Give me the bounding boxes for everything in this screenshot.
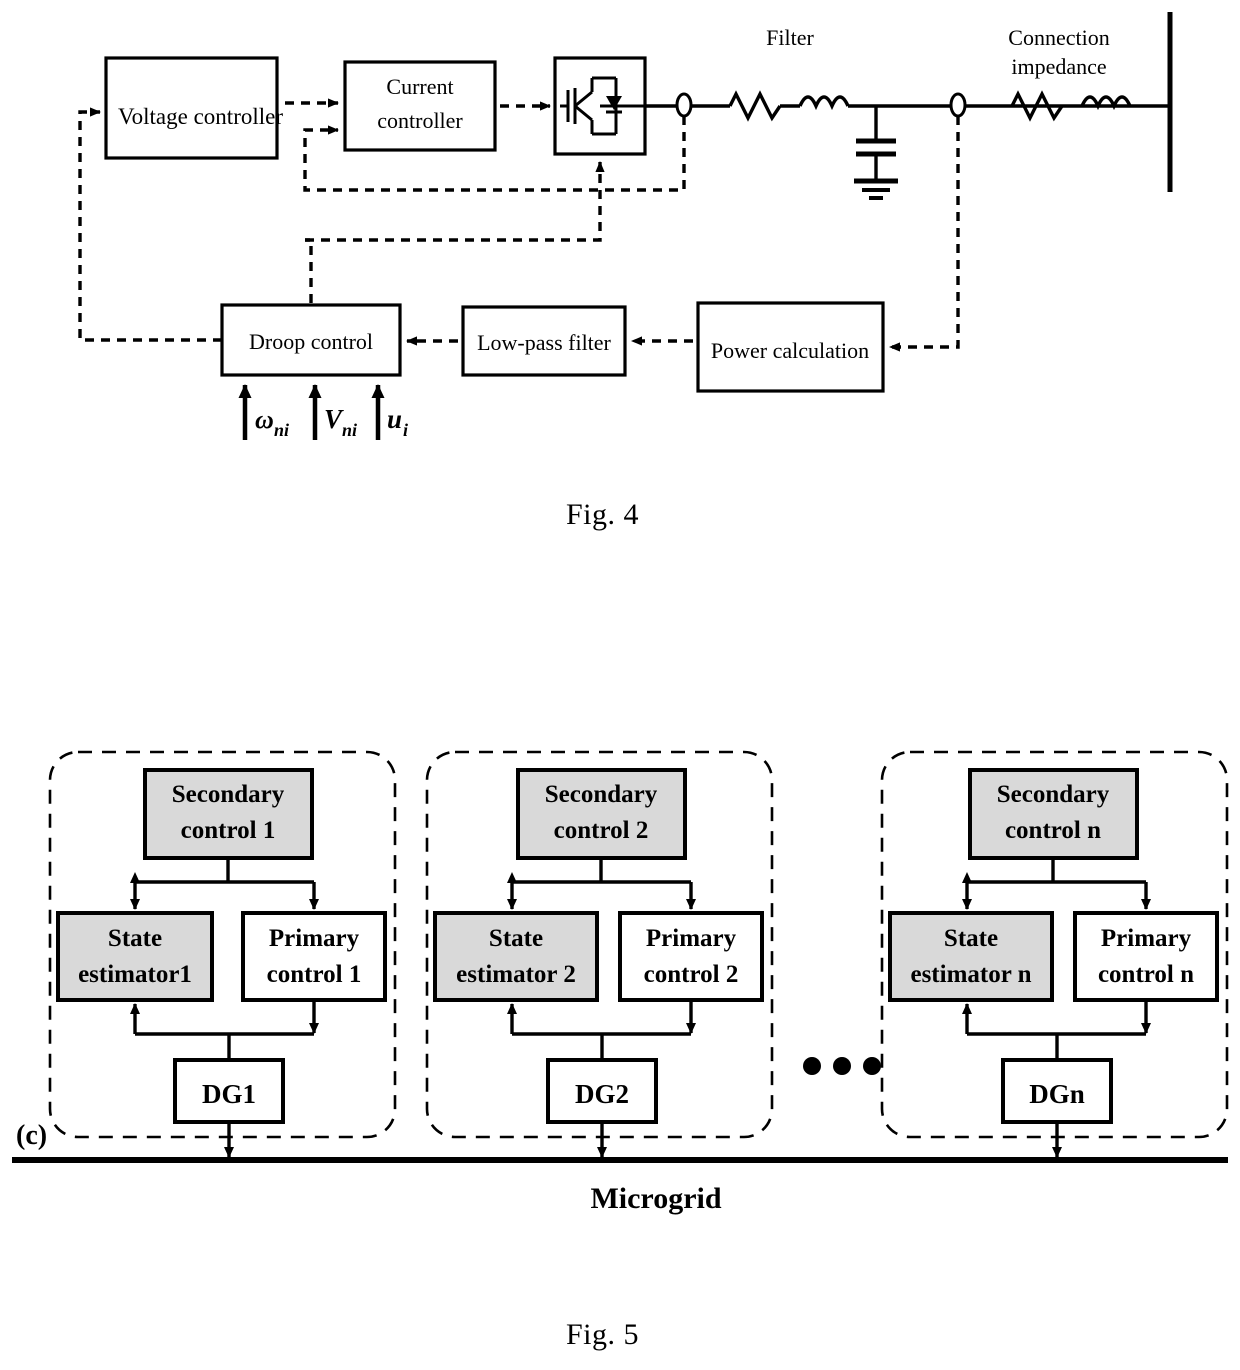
group-2-secondary-label-line1: Secondary: [545, 781, 658, 808]
ground-symbol: [854, 178, 898, 200]
group-n-dg: DGn: [1001, 1058, 1113, 1124]
microgrid-bus-label: Microgrid: [590, 1182, 721, 1215]
group-2-state-estimator: State estimator 2: [433, 911, 599, 1002]
document-page: Voltage controller Current controller Fi…: [0, 0, 1240, 1370]
droop-input-2-base: u: [387, 404, 402, 434]
group-n-secondary-label-line1: Secondary: [997, 781, 1110, 808]
capacitor-symbol: [856, 138, 896, 157]
figure-5-diagram: Secondary control 1 State estimator1 Pri…: [12, 750, 1229, 1215]
group-1-dg-label: DG1: [202, 1079, 256, 1109]
group-1-state-estimator: State estimator1: [56, 911, 214, 1002]
group-1-estimator-label-line2: estimator1: [78, 961, 192, 988]
block-power-calculation: Power calculation: [696, 301, 885, 393]
groups-ellipsis-icon: [803, 1057, 881, 1075]
group-2-secondary-control: Secondary control 2: [516, 768, 687, 860]
group-1-secondary-label-line1: Secondary: [172, 781, 285, 808]
group-2-primary-label-line1: Primary: [646, 925, 737, 952]
dg-group-n: Secondary control n State estimator n Pr…: [880, 750, 1229, 1158]
group-n-secondary-label-line2: control n: [1005, 817, 1101, 844]
group-2-estimator-label-line1: State: [489, 925, 543, 952]
droop-input-labels: ω ni V ni u i: [255, 404, 408, 440]
group-n-state-estimator: State estimator n: [888, 911, 1054, 1002]
group-n-dg-label: DGn: [1029, 1079, 1085, 1109]
inductor-symbol: [798, 95, 850, 111]
current-controller-label-line2: controller: [377, 108, 463, 133]
droop-control-label: Droop control: [249, 329, 373, 354]
block-droop-control: Droop control: [220, 303, 402, 377]
low-pass-filter-label: Low-pass filter: [477, 330, 611, 355]
resistor-symbol: [728, 90, 782, 122]
power-calculation-label: Power calculation: [711, 338, 869, 363]
group-n-primary-label-line1: Primary: [1101, 925, 1192, 952]
droop-input-1-base: V: [324, 404, 344, 434]
dg-group-2: Secondary control 2 State estimator 2 Pr…: [425, 750, 774, 1158]
block-low-pass-filter: Low-pass filter: [461, 305, 627, 377]
block-inverter: [553, 56, 647, 156]
figure-5-caption: Fig. 5: [566, 1318, 640, 1351]
droop-input-2-sub: i: [403, 420, 408, 440]
group-n-secondary-control: Secondary control n: [968, 768, 1139, 860]
subfigure-label-c: (c): [16, 1120, 47, 1151]
block-current-controller: Current controller: [343, 60, 497, 152]
droop-input-0-base: ω: [255, 405, 274, 434]
dg-group-1: Secondary control 1 State estimator1 Pri…: [48, 750, 397, 1158]
figure-4-caption: Fig. 4: [566, 498, 640, 531]
group-n-estimator-label-line1: State: [944, 925, 998, 952]
figure-4-diagram: Voltage controller Current controller Fi…: [78, 12, 1173, 440]
connection-impedance-label-line1: Connection: [1008, 25, 1109, 50]
filter-label: Filter: [766, 25, 814, 50]
measurement-node-pcc: [949, 92, 967, 118]
group-1-dg: DG1: [173, 1058, 285, 1124]
group-2-estimator-label-line2: estimator 2: [456, 961, 576, 988]
connection-impedance-label-line2: impedance: [1011, 54, 1106, 79]
group-1-secondary-control: Secondary control 1: [143, 768, 314, 860]
droop-input-0-sub: ni: [274, 420, 289, 440]
group-2-dg: DG2: [546, 1058, 658, 1124]
group-n-estimator-label-line2: estimator n: [910, 961, 1031, 988]
measurement-node-inverter: [675, 92, 693, 118]
group-2-primary-label-line2: control 2: [644, 961, 739, 988]
group-1-estimator-label-line1: State: [108, 925, 162, 952]
voltage-controller-label: Voltage controller: [118, 104, 283, 129]
group-1-primary-label-line1: Primary: [269, 925, 360, 952]
group-1-secondary-label-line2: control 1: [181, 817, 276, 844]
block-voltage-controller: Voltage controller: [104, 56, 283, 160]
group-2-secondary-label-line2: control 2: [554, 817, 649, 844]
group-n-primary-label-line2: control n: [1098, 961, 1194, 988]
group-1-primary-label-line2: control 1: [267, 961, 362, 988]
group-1-primary-control: Primary control 1: [241, 911, 387, 1002]
droop-input-1-sub: ni: [342, 420, 357, 440]
group-n-primary-control: Primary control n: [1073, 911, 1219, 1002]
group-2-primary-control: Primary control 2: [618, 911, 764, 1002]
current-controller-label-line1: Current: [386, 74, 453, 99]
group-2-dg-label: DG2: [575, 1079, 629, 1109]
